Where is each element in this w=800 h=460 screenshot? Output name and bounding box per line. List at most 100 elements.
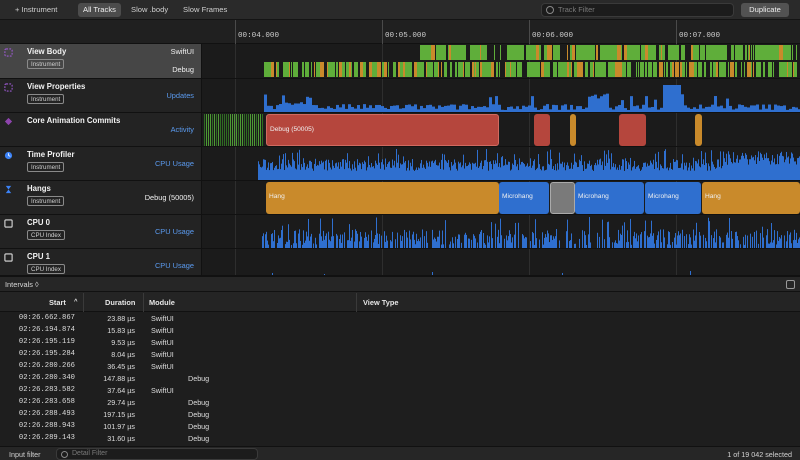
updates-bar <box>603 94 606 112</box>
sidebar-toggle-icon[interactable] <box>786 280 795 289</box>
track-core-animation-commits[interactable]: Core Animation Commits Activity Debug (5… <box>0 113 800 147</box>
cpu-usage-bar <box>657 167 658 180</box>
body-event-mark <box>360 62 363 77</box>
track-header[interactable]: Core Animation Commits Activity <box>0 113 202 146</box>
commit-segment[interactable] <box>619 114 646 146</box>
filter-all-tracks-button[interactable]: All Tracks <box>78 3 121 17</box>
filter-icon <box>546 6 554 14</box>
cpu-usage-bar <box>620 169 621 180</box>
cell-duration: 8.04 µs <box>111 350 135 359</box>
column-header-duration[interactable]: Duration <box>105 298 135 307</box>
table-row[interactable]: 02:26.280.340 147.88 µs Debug <box>0 373 800 385</box>
table-row[interactable]: 00:26.662.867 23.88 µs SwiftUI <box>0 313 800 325</box>
cpu-usage-bar <box>433 239 434 248</box>
table-row[interactable]: 02:26.289.143 31.60 µs Debug <box>0 433 800 445</box>
cpu-usage-bar <box>727 164 728 180</box>
track-header[interactable]: Hangs Instrument Debug (50005) <box>0 181 202 214</box>
column-header-view-type[interactable]: View Type <box>363 298 398 307</box>
commit-segment[interactable] <box>570 114 576 146</box>
track-cpu-0[interactable]: CPU 0 CPU Index CPU Usage <box>0 215 800 249</box>
filter-slow-frames-button[interactable]: Slow Frames <box>178 3 232 17</box>
body-event-mark <box>675 45 679 60</box>
cpu-usage-bar <box>699 166 700 180</box>
hang-segment[interactable]: Hang <box>266 182 499 214</box>
updates-bar <box>501 109 504 112</box>
track-lane[interactable] <box>202 249 800 275</box>
updates-bar <box>447 105 450 112</box>
column-header-start[interactable]: Start <box>49 298 66 307</box>
cpu-usage-bar <box>441 159 442 180</box>
cpu-usage-bar <box>262 166 263 180</box>
timeline-ruler[interactable]: 00:04.000 00:05.000 00:06.000 00:07.000 <box>202 20 800 44</box>
column-divider[interactable] <box>143 293 144 312</box>
track-header[interactable]: CPU 0 CPU Index CPU Usage <box>0 215 202 248</box>
track-header[interactable]: View Properties Instrument Updates <box>0 79 202 112</box>
column-divider[interactable] <box>356 293 357 312</box>
sort-ascending-icon[interactable]: ^ <box>74 299 78 305</box>
microhang-segment[interactable]: Microhang <box>499 182 549 214</box>
commit-segment[interactable]: Debug (50005) <box>266 114 499 146</box>
cpu-usage-bar <box>274 167 275 180</box>
cpu-usage-bar <box>505 159 506 180</box>
track-filter-input[interactable]: Track Filter <box>541 3 734 17</box>
table-row[interactable]: 02:26.195.284 8.04 µs SwiftUI <box>0 349 800 361</box>
cpu-usage-bar <box>416 167 417 180</box>
cpu-usage-bar <box>568 165 569 180</box>
table-row[interactable]: 02:26.288.943 101.97 µs Debug <box>0 421 800 433</box>
filter-slow-body-button[interactable]: Slow .body <box>126 3 173 17</box>
body-event-mark <box>317 62 320 77</box>
table-header: Start ^ Duration Module View Type <box>0 292 800 312</box>
cpu-usage-bar <box>509 161 510 180</box>
track-header[interactable]: CPU 1 CPU Index CPU Usage <box>0 249 202 275</box>
table-row[interactable]: 02:26.195.119 9.53 µs SwiftUI <box>0 337 800 349</box>
cpu-usage-bar <box>303 230 304 248</box>
table-row[interactable]: 02:26.283.658 29.74 µs Debug <box>0 397 800 409</box>
duplicate-button[interactable]: Duplicate <box>741 3 789 17</box>
microhang-segment[interactable]: Microhang <box>575 182 644 214</box>
cpu-usage-bar <box>708 163 709 180</box>
add-instrument-button[interactable]: + Instrument <box>10 3 62 17</box>
activity-mark <box>224 114 225 146</box>
track-lane[interactable] <box>202 147 800 180</box>
table-row[interactable]: 02:26.283.582 37.64 µs SwiftUI <box>0 385 800 397</box>
column-divider[interactable] <box>83 293 84 312</box>
cpu-usage-bar <box>549 242 550 248</box>
track-lane[interactable]: Debug (50005) <box>202 113 800 146</box>
track-lane[interactable]: Hang Microhang Microhang Microhang Hang <box>202 181 800 214</box>
gap-segment[interactable] <box>550 182 575 214</box>
commit-segment[interactable] <box>695 114 702 146</box>
intervals-selector[interactable]: Intervals ◊ <box>5 280 39 289</box>
track-time-profiler[interactable]: Time Profiler Instrument CPU Usage <box>0 147 800 181</box>
updates-bar <box>708 106 711 112</box>
track-header[interactable]: View Body Instrument SwiftUI Debug <box>0 44 202 78</box>
commit-segment[interactable] <box>534 114 550 146</box>
cpu-usage-bar <box>516 166 517 180</box>
ruler-major-tick <box>529 20 530 44</box>
track-lane[interactable] <box>202 215 800 248</box>
track-lane[interactable] <box>202 79 800 112</box>
column-header-module[interactable]: Module <box>149 298 175 307</box>
body-event-mark <box>466 62 469 77</box>
track-view-body[interactable]: View Body Instrument SwiftUI Debug <box>0 44 800 79</box>
cpu-usage-bar <box>259 164 260 180</box>
table-row[interactable]: 02:26.280.266 36.45 µs SwiftUI <box>0 361 800 373</box>
table-row[interactable]: 02:26.288.493 197.15 µs Debug <box>0 409 800 421</box>
cell-duration: 147.88 µs <box>103 374 135 383</box>
detail-filter-input[interactable]: Detail Filter <box>56 448 258 460</box>
cpu-usage-bar <box>645 162 646 180</box>
input-filter-label[interactable]: Input filter <box>9 450 41 459</box>
track-header[interactable]: Time Profiler Instrument CPU Usage <box>0 147 202 180</box>
track-cpu-1[interactable]: CPU 1 CPU Index CPU Usage <box>0 249 800 276</box>
track-lane[interactable] <box>202 44 800 78</box>
body-event-mark <box>612 62 613 77</box>
track-hangs[interactable]: Hangs Instrument Debug (50005) Hang Micr… <box>0 181 800 215</box>
cpu-usage-bar <box>543 166 544 180</box>
hang-segment[interactable]: Hang <box>702 182 800 214</box>
microhang-segment[interactable]: Microhang <box>645 182 701 214</box>
cpu-usage-bar <box>331 169 332 180</box>
track-view-properties[interactable]: View Properties Instrument Updates <box>0 79 800 113</box>
table-row[interactable]: 02:26.194.874 15.83 µs SwiftUI <box>0 325 800 337</box>
cpu-usage-bar <box>550 235 551 248</box>
cell-start: 02:26.288.943 <box>18 422 75 430</box>
cpu-usage-bar <box>321 160 322 180</box>
